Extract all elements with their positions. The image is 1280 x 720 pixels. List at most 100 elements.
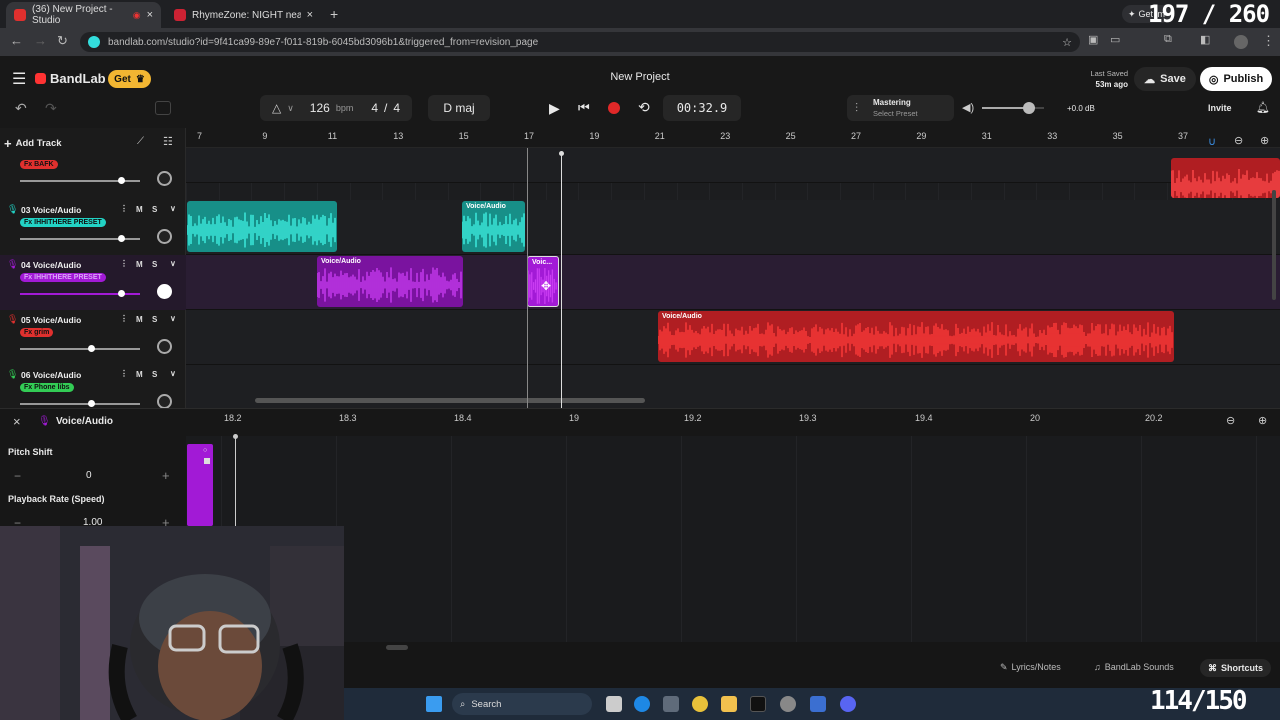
track-menu-icon[interactable]: ⋮ bbox=[120, 204, 128, 213]
track-menu-icon[interactable]: ⋮ bbox=[120, 314, 128, 323]
publish-button[interactable]: ◎ Publish bbox=[1200, 67, 1272, 91]
mastering-button[interactable]: ⫶ Mastering Select Preset bbox=[847, 95, 954, 121]
pan-knob[interactable] bbox=[157, 171, 172, 186]
expand-track-icon[interactable]: ∨ bbox=[170, 204, 176, 213]
address-bar[interactable]: bandlab.com/studio?id=9f41ca99-89e7-f011… bbox=[80, 32, 1080, 52]
mute-button[interactable]: M bbox=[136, 370, 143, 379]
track-header[interactable]: Fx BAFK bbox=[0, 148, 186, 200]
track-name[interactable]: 05 Voice/Audio bbox=[21, 315, 81, 325]
profile-avatar[interactable] bbox=[1234, 35, 1248, 49]
get-membership-button[interactable]: Get ♛ bbox=[108, 70, 151, 88]
audio-clip[interactable]: Voice/Audio bbox=[317, 256, 463, 307]
track-header[interactable]: 🎙︎ 05 Voice/Audio ⋮ M S ∨ Fx grim bbox=[0, 310, 186, 365]
fx-badge[interactable]: Fx IHHITHERE PRESET bbox=[20, 273, 106, 282]
lyrics-notes-button[interactable]: ✎ Lyrics/Notes bbox=[1000, 662, 1061, 673]
shortcuts-button[interactable]: ⌘ Shortcuts bbox=[1200, 659, 1272, 677]
solo-button[interactable]: S bbox=[152, 205, 157, 214]
clip-editor-area[interactable] bbox=[186, 436, 1280, 642]
track-header[interactable]: 🎙︎ 03 Voice/Audio ⋮ M S ∨ Fx IHHITHERE PRESET bbox=[0, 200, 186, 255]
mute-button[interactable]: M bbox=[136, 205, 143, 214]
audio-clip[interactable] bbox=[187, 201, 337, 252]
save-button[interactable]: ☁ Save bbox=[1134, 67, 1196, 91]
volume-slider[interactable] bbox=[20, 348, 140, 350]
timeline-ruler[interactable]: 7 9 11 13 15 17 19 21 23 25 27 29 31 33 35 37 bbox=[186, 128, 1280, 148]
track-lane[interactable] bbox=[186, 148, 1280, 183]
master-volume-slider[interactable] bbox=[982, 102, 1044, 114]
browser-menu-icon[interactable]: ⋮ bbox=[1262, 33, 1275, 49]
zoom-in-icon[interactable]: ⊕ bbox=[1260, 134, 1269, 147]
extensions-icon[interactable]: ⧉ bbox=[1164, 33, 1172, 46]
pitch-increase-button[interactable]: + bbox=[162, 468, 170, 483]
track-settings-icon[interactable]: ☷ bbox=[163, 135, 173, 148]
site-info-icon[interactable] bbox=[88, 36, 100, 48]
play-icon[interactable]: ▶ bbox=[549, 100, 560, 117]
master-volume-knob[interactable] bbox=[1022, 102, 1035, 114]
fx-badge[interactable]: Fx grim bbox=[20, 328, 54, 337]
pitch-decrease-button[interactable]: − bbox=[14, 469, 21, 483]
loop-icon[interactable]: ⟲ bbox=[638, 99, 650, 116]
pan-knob[interactable] bbox=[157, 394, 172, 409]
editor-clip[interactable]: ○ bbox=[187, 444, 213, 526]
bandlab-sounds-button[interactable]: ♫ BandLab Sounds bbox=[1094, 662, 1174, 672]
editor-zoom-out-icon[interactable]: ⊖ bbox=[1226, 414, 1235, 427]
steam-icon[interactable] bbox=[780, 696, 796, 712]
pitch-shift-value[interactable]: 0 bbox=[86, 470, 92, 481]
time-sig-numerator[interactable]: 4 bbox=[371, 101, 378, 115]
fx-badge[interactable]: Fx Phone libs bbox=[20, 383, 74, 392]
track-lane[interactable] bbox=[186, 200, 1280, 255]
bandlab-logo[interactable]: BandLab bbox=[35, 71, 106, 86]
store-icon[interactable] bbox=[663, 696, 679, 712]
reload-icon[interactable]: ↻ bbox=[57, 33, 68, 49]
expand-track-icon[interactable]: ∨ bbox=[170, 314, 176, 323]
screenshot-icon[interactable]: ▣ bbox=[1088, 33, 1098, 46]
horizontal-scrollbar[interactable] bbox=[255, 398, 645, 403]
task-view-icon[interactable] bbox=[606, 696, 622, 712]
fx-badge[interactable]: Fx IHHITHERE PRESET bbox=[20, 218, 106, 227]
audio-clip[interactable]: Voice/Audio bbox=[462, 201, 525, 252]
forward-icon[interactable]: → bbox=[34, 33, 47, 48]
record-icon[interactable] bbox=[608, 102, 620, 114]
audio-clip[interactable] bbox=[1171, 158, 1280, 198]
arrangement-lanes[interactable]: Voice/Audio Voice/Audio Voic... Voice/Audio bbox=[186, 148, 1280, 408]
track-menu-icon[interactable]: ⋮ bbox=[120, 259, 128, 268]
loop-handle-icon[interactable]: ○ bbox=[203, 447, 207, 454]
invite-button[interactable]: Invite bbox=[1208, 103, 1232, 113]
hamburger-menu-icon[interactable]: ☰ bbox=[12, 69, 26, 89]
volume-slider-knob[interactable] bbox=[118, 177, 125, 184]
trim-handle[interactable] bbox=[204, 458, 210, 464]
discord-icon[interactable] bbox=[840, 696, 856, 712]
audio-clip[interactable]: Voice/Audio bbox=[658, 311, 1174, 362]
mute-button[interactable]: M bbox=[136, 315, 143, 324]
snap-magnet-icon[interactable]: ∪ bbox=[1208, 135, 1216, 148]
metronome-icon[interactable]: △ bbox=[272, 101, 281, 115]
volume-slider-knob[interactable] bbox=[118, 290, 125, 297]
track-menu-icon[interactable]: ⋮ bbox=[120, 369, 128, 378]
speaker-icon[interactable]: ◀) bbox=[962, 101, 974, 114]
solo-button[interactable]: S bbox=[152, 260, 157, 269]
editor-scrollbar[interactable] bbox=[386, 645, 408, 650]
tab-studio[interactable]: (36) New Project - Studio ◉ × bbox=[6, 2, 161, 28]
pan-knob[interactable] bbox=[157, 284, 172, 299]
pan-knob[interactable] bbox=[157, 229, 172, 244]
sidepanel-icon[interactable]: ◧ bbox=[1200, 33, 1210, 46]
playhead-line[interactable] bbox=[561, 152, 562, 408]
zoom-out-icon[interactable]: ⊖ bbox=[1234, 134, 1243, 147]
volume-slider-knob[interactable] bbox=[88, 400, 95, 407]
vertical-scrollbar[interactable] bbox=[1272, 190, 1276, 300]
volume-slider-knob[interactable] bbox=[118, 235, 125, 242]
expand-track-icon[interactable]: ∨ bbox=[170, 259, 176, 268]
notifications-icon[interactable]: 🔔︎ bbox=[1256, 101, 1270, 114]
playhead-handle[interactable] bbox=[559, 151, 564, 156]
fx-badge[interactable]: Fx BAFK bbox=[20, 160, 58, 169]
solo-button[interactable]: S bbox=[152, 370, 157, 379]
expand-track-icon[interactable]: ∨ bbox=[170, 369, 176, 378]
close-tab-icon[interactable]: × bbox=[147, 9, 153, 21]
mute-button[interactable]: M bbox=[136, 260, 143, 269]
metronome-dropdown-icon[interactable]: ∨ bbox=[287, 103, 294, 114]
taskbar-search[interactable]: ⌕ Search bbox=[452, 693, 592, 715]
editor-zoom-in-icon[interactable]: ⊕ bbox=[1258, 414, 1267, 427]
windows-start-icon[interactable] bbox=[426, 696, 442, 712]
cast-icon[interactable]: ▭ bbox=[1110, 33, 1120, 46]
close-tab-icon[interactable]: × bbox=[307, 9, 313, 21]
key-selector[interactable]: D maj bbox=[428, 95, 490, 121]
